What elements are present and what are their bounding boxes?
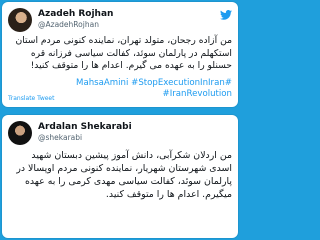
tweet-card[interactable]: Azadeh Rojhan @AzadehRojhan من آزاده رجح… xyxy=(2,2,238,107)
author-handle[interactable]: @AzadehRojhan xyxy=(38,20,99,29)
translate-tweet-link[interactable]: Translate Tweet xyxy=(8,95,54,102)
tweet-header: Azadeh Rojhan @AzadehRojhan xyxy=(8,8,232,32)
tweet-text: من آزاده رجحان، متولد تهران، نماینده کنو… xyxy=(15,35,232,72)
avatar[interactable] xyxy=(8,121,32,145)
author-handle[interactable]: @shekarabi xyxy=(38,133,82,142)
author-name[interactable]: Ardalan Shekarabi xyxy=(38,122,132,132)
tweet-text: من اردلان شکرآبی، دانش آموز پیشین دبستان… xyxy=(16,150,232,200)
avatar[interactable] xyxy=(8,8,32,32)
twitter-bird-icon xyxy=(220,10,232,20)
author-name[interactable]: Azadeh Rojhan xyxy=(38,9,113,19)
tweet-card[interactable]: Ardalan Shekarabi @shekarabi من اردلان ش… xyxy=(2,115,238,238)
tweet-header: Ardalan Shekarabi @shekarabi xyxy=(8,121,232,145)
